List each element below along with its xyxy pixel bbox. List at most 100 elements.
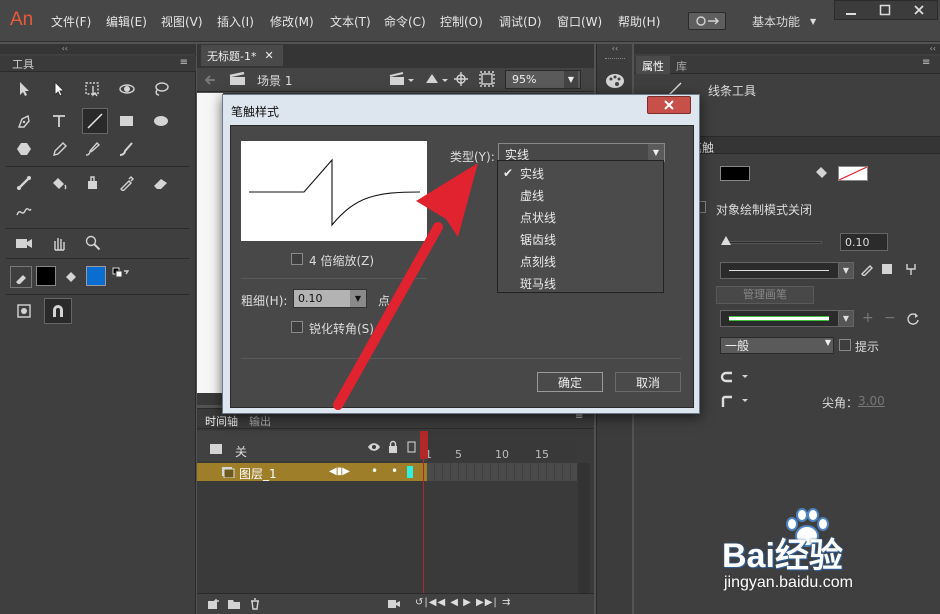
trash-icon[interactable] (249, 598, 261, 610)
menu-item[interactable]: 视图(V) (161, 13, 203, 30)
chevron-down-icon[interactable]: ▼ (838, 310, 854, 327)
tab-library[interactable]: 库 (676, 58, 687, 74)
type-option[interactable]: 点刻线 (520, 253, 556, 270)
panel-menu-icon[interactable]: ≡ (922, 57, 930, 68)
lock-icon[interactable] (387, 440, 399, 454)
panel-collapse-icon[interactable]: ‹‹ (597, 44, 633, 54)
subselection-tool-icon[interactable] (48, 78, 70, 100)
type-option[interactable]: 锯齿线 (520, 231, 556, 248)
stroke-color-icon[interactable] (10, 266, 32, 288)
brush-library-icon[interactable] (904, 262, 918, 276)
width-tool-icon[interactable] (13, 200, 35, 222)
fill-color-swatch[interactable] (86, 266, 106, 286)
new-layer-icon[interactable] (207, 598, 221, 610)
timeline-scrollbar[interactable] (578, 463, 590, 603)
type-option[interactable]: 实线 (520, 165, 544, 182)
hand-tool-icon[interactable] (48, 232, 70, 254)
hint-checkbox[interactable] (839, 339, 851, 351)
menu-item[interactable]: 调试(D) (499, 13, 542, 30)
maximize-icon[interactable] (879, 4, 891, 16)
layer-nav-icon[interactable]: ◀▮▶ (329, 466, 350, 477)
outline-icon[interactable] (407, 441, 417, 453)
color-palette-icon[interactable] (605, 72, 625, 90)
ok-button[interactable]: 确定 (537, 372, 603, 392)
playback-controls[interactable]: ↺|◀◀ ◀ ▶ ▶▶| ⇉ (415, 597, 511, 608)
menu-item[interactable]: 编辑(E) (106, 13, 147, 30)
dialog-close-button[interactable] (647, 96, 691, 114)
type-option[interactable]: 斑马线 (520, 275, 556, 292)
tab-properties[interactable]: 属性 (636, 56, 670, 74)
menu-item[interactable]: 命令(C) (384, 13, 426, 30)
paint-brush-icon[interactable] (116, 138, 138, 160)
width-profile-select[interactable] (720, 310, 840, 327)
menu-item[interactable]: 窗口(W) (557, 13, 602, 30)
close-icon[interactable] (913, 4, 925, 16)
brush-tool-icon[interactable] (82, 138, 104, 160)
zoom-tool-icon[interactable] (82, 232, 104, 254)
stroke-style-icon[interactable] (880, 262, 894, 276)
frame-grid[interactable] (427, 463, 577, 481)
back-arrow-icon[interactable] (203, 73, 217, 87)
ink-bottle-icon[interactable] (82, 172, 104, 194)
menu-item[interactable]: 文件(F) (51, 13, 91, 30)
miter-value[interactable]: 3.00 (858, 394, 885, 408)
scale-select[interactable]: 一般 ▼ (720, 337, 834, 354)
fill-none-swatch[interactable] (838, 166, 868, 181)
edit-stroke-icon[interactable] (860, 262, 874, 276)
menu-item[interactable]: 修改(M) (270, 13, 314, 30)
panel-menu-icon[interactable]: ≡ (180, 57, 188, 68)
lock-dot[interactable]: • (391, 464, 398, 478)
stroke-width-input[interactable]: 0.10 (840, 233, 888, 251)
eyedropper-icon[interactable] (116, 172, 138, 194)
clip-stage-icon[interactable] (479, 71, 495, 87)
tab-timeline[interactable]: 时间轴 (205, 413, 238, 429)
polystar-tool-icon[interactable] (13, 138, 35, 160)
workspace-switcher[interactable]: 基本功能 ▼ (752, 13, 816, 30)
stroke-slider[interactable] (721, 236, 822, 245)
type-option[interactable]: 虚线 (520, 187, 544, 204)
zoom-4x-checkbox[interactable] (291, 253, 303, 265)
3d-rotation-icon[interactable] (116, 78, 138, 100)
text-tool-icon[interactable] (48, 110, 70, 132)
center-stage-icon[interactable] (453, 71, 469, 87)
menu-item[interactable]: 控制(O) (440, 13, 483, 30)
magnet-snap-icon[interactable] (44, 298, 72, 324)
layer-row[interactable]: 图层_1 ◀▮▶ • • (197, 463, 427, 481)
add-profile-icon[interactable]: + (862, 310, 874, 326)
chevron-down-icon[interactable]: ▼ (838, 262, 854, 279)
camera-toggle-icon[interactable] (387, 598, 401, 610)
document-tab[interactable]: 无标题-1* ✕ (201, 45, 283, 66)
stroke-color-swatch[interactable] (720, 166, 750, 181)
stage-canvas[interactable] (197, 93, 223, 393)
cancel-button[interactable]: 取消 (615, 372, 681, 392)
close-tab-icon[interactable]: ✕ (264, 49, 273, 62)
paint-bucket-icon[interactable] (48, 172, 70, 194)
stroke-style-select[interactable] (720, 262, 840, 279)
join-icon[interactable] (720, 394, 750, 408)
panel-collapse-icon[interactable]: ‹‹ (634, 44, 940, 54)
layer-color-swatch[interactable] (407, 466, 413, 478)
sharpen-corners-checkbox[interactable] (291, 321, 303, 333)
panel-collapse-icon[interactable]: ‹‹ (0, 44, 196, 54)
free-transform-icon[interactable] (82, 78, 104, 100)
menu-item[interactable]: 帮助(H) (618, 13, 660, 30)
minimize-icon[interactable] (845, 5, 857, 17)
fill-color-icon[interactable] (60, 266, 82, 288)
edit-scene-icon[interactable] (389, 72, 415, 86)
oval-tool-icon[interactable] (150, 110, 172, 132)
manage-brush-button[interactable]: 管理画笔 (716, 286, 814, 304)
line-tool-icon[interactable] (82, 108, 108, 134)
pencil-tool-icon[interactable] (48, 138, 70, 160)
camera-icon[interactable] (13, 232, 35, 254)
eye-icon[interactable] (367, 441, 381, 453)
playhead[interactable] (420, 431, 429, 614)
pen-tool-icon[interactable] (13, 110, 35, 132)
bone-tool-icon[interactable] (13, 172, 35, 194)
remove-profile-icon[interactable]: − (884, 310, 896, 326)
selection-tool-icon[interactable] (13, 78, 35, 100)
new-folder-icon[interactable] (227, 598, 241, 610)
reset-icon[interactable] (906, 312, 920, 326)
tab-output[interactable]: 输出 (249, 413, 271, 429)
eraser-icon[interactable] (150, 172, 172, 194)
edit-symbols-icon[interactable] (423, 71, 449, 87)
